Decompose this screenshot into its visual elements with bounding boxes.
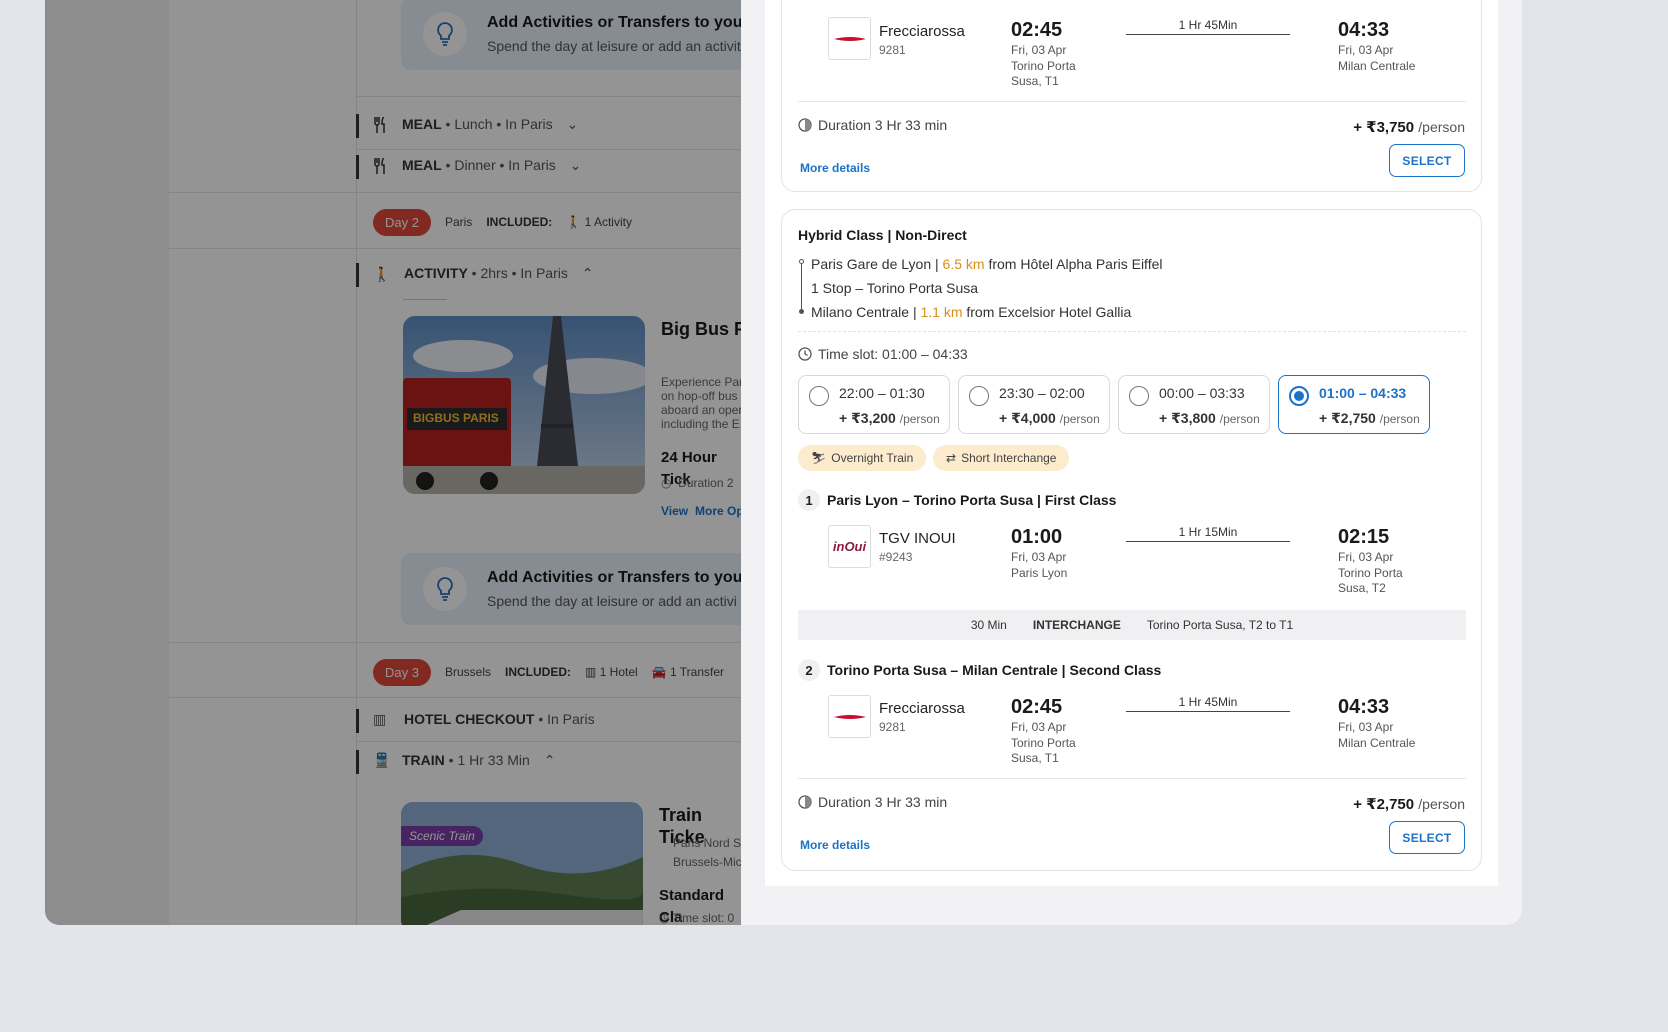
leg-title: Torino Porta Susa – Milan Centrale | Sec… (827, 662, 1162, 678)
frecciarossa-logo (828, 17, 871, 60)
arrival-station-1: Torino Porta (1338, 566, 1403, 580)
arrival-time: 04:33 (1338, 696, 1390, 718)
more-details-link[interactable]: More details (800, 161, 870, 175)
time-slot-option-1[interactable]: 22:00 – 01:30 + ₹3,200 /person (798, 375, 950, 434)
departure-date: Fri, 03 Apr (1011, 550, 1067, 564)
leg-duration: 1 Hr 45Min (1178, 18, 1238, 32)
time-slot-option-4-selected[interactable]: 01:00 – 04:33 + ₹2,750 /person (1278, 375, 1430, 434)
train-option-card-2: Hybrid Class | Non-Direct Paris Gare de … (781, 209, 1482, 871)
option-price: + ₹2,750 /person (1353, 796, 1465, 813)
duration-line (1126, 34, 1290, 35)
departure-time: 01:00 (1011, 526, 1063, 548)
clock-icon (798, 347, 812, 361)
slot-range: 01:00 – 04:33 (1319, 385, 1407, 401)
slot-price: + ₹4,000 /person (999, 410, 1100, 426)
departure-time: 02:45 (1011, 19, 1063, 41)
arrival-station: Milan Centrale (1338, 59, 1416, 73)
slot-price: + ₹2,750 /person (1319, 410, 1420, 426)
total-duration: Duration 3 Hr 33 min (798, 117, 947, 133)
arrival-date: Fri, 03 Apr (1338, 720, 1394, 734)
departure-time: 02:45 (1011, 696, 1063, 718)
interchange-label: INTERCHANGE (1032, 618, 1121, 632)
duration-icon (798, 795, 812, 809)
slot-price: + ₹3,800 /person (1159, 410, 1260, 426)
short-interchange-tag: ⇄ Short Interchange (933, 445, 1070, 471)
train-number: #9243 (879, 550, 913, 564)
divider (798, 101, 1466, 102)
overnight-train-tag: ⛷ Overnight Train (798, 445, 927, 471)
drawer-panel: Frecciarossa 9281 02:45 Fri, 03 Apr Tori… (765, 0, 1498, 886)
duration-line (1126, 711, 1290, 712)
more-details-link[interactable]: More details (800, 838, 870, 852)
operator-name: Frecciarossa (879, 700, 965, 717)
slot-range: 23:30 – 02:00 (999, 385, 1085, 401)
option-price: + ₹3,750 /person (1353, 119, 1465, 136)
train-number: 9281 (879, 720, 906, 734)
app-screen: Add Activities or Transfers to your Spen… (45, 0, 1522, 925)
operator-name: TGV INOUI (879, 530, 956, 547)
arrival-station-1: Milan Centrale (1338, 736, 1416, 750)
departure-station-1: Torino Porta (1011, 736, 1076, 750)
arrival-station-2: Susa, T2 (1338, 581, 1386, 595)
operator-name: Frecciarossa (879, 23, 965, 40)
time-slot-heading: Time slot: 01:00 – 04:33 (798, 346, 968, 362)
departure-date: Fri, 03 Apr (1011, 43, 1067, 57)
device-frame: Add Activities or Transfers to your Spen… (0, 0, 1568, 970)
leg-title: Paris Lyon – Torino Porta Susa | First C… (827, 492, 1117, 508)
swap-icon: ⇄ (946, 451, 957, 465)
radio-button[interactable] (1129, 386, 1149, 406)
class-title: Hybrid Class | Non-Direct (798, 227, 967, 243)
inoui-logo: inOui (828, 525, 871, 568)
arrival-date: Fri, 03 Apr (1338, 43, 1394, 57)
radio-button[interactable] (809, 386, 829, 406)
select-button[interactable]: SELECT (1389, 144, 1465, 177)
duration-line (1126, 541, 1290, 542)
total-duration: Duration 3 Hr 33 min (798, 794, 947, 810)
slot-range: 22:00 – 01:30 (839, 385, 925, 401)
departure-station-2: Susa, T1 (1011, 74, 1059, 88)
slot-price: + ₹3,200 /person (839, 410, 940, 426)
interchange-bar: 30 Min INTERCHANGE Torino Porta Susa, T2… (798, 610, 1466, 640)
train-option-card-1: Frecciarossa 9281 02:45 Fri, 03 Apr Tori… (781, 0, 1482, 192)
departure-station-2: Susa, T1 (1011, 751, 1059, 765)
leg-duration: 1 Hr 45Min (1178, 695, 1238, 709)
select-button[interactable]: SELECT (1389, 821, 1465, 854)
arrival-time: 04:33 (1338, 19, 1390, 41)
leg-duration: 1 Hr 15Min (1178, 525, 1238, 539)
route-start-dot (799, 259, 804, 264)
departure-station-1: Torino Porta (1011, 59, 1076, 73)
route-end-dot (799, 309, 804, 314)
route-to: Milano Centrale | 1.1 km from Excelsior … (811, 304, 1132, 320)
train-options-drawer: Frecciarossa 9281 02:45 Fri, 03 Apr Tori… (741, 0, 1522, 925)
route-stop: 1 Stop – Torino Porta Susa (811, 280, 979, 296)
radio-button-checked[interactable] (1289, 386, 1309, 406)
train-number: 9281 (879, 43, 906, 57)
leg-number: 2 (798, 659, 820, 681)
frecciarossa-logo (828, 695, 871, 738)
divider (798, 331, 1466, 332)
interchange-location: Torino Porta Susa, T2 to T1 (1146, 618, 1294, 632)
departure-station-1: Paris Lyon (1011, 566, 1068, 580)
radio-button[interactable] (969, 386, 989, 406)
divider (798, 778, 1466, 779)
sleep-icon: ⛷ (811, 451, 827, 465)
departure-date: Fri, 03 Apr (1011, 720, 1067, 734)
slot-range: 00:00 – 03:33 (1159, 385, 1245, 401)
leg-number: 1 (798, 489, 820, 511)
arrival-time: 02:15 (1338, 526, 1390, 548)
arrival-date: Fri, 03 Apr (1338, 550, 1394, 564)
route-track (801, 260, 802, 312)
time-slot-option-2[interactable]: 23:30 – 02:00 + ₹4,000 /person (958, 375, 1110, 434)
duration-icon (798, 118, 812, 132)
time-slot-option-3[interactable]: 00:00 – 03:33 + ₹3,800 /person (1118, 375, 1270, 434)
interchange-time: 30 Min (970, 618, 1007, 632)
route-from: Paris Gare de Lyon | 6.5 km from Hôtel A… (811, 256, 1163, 272)
